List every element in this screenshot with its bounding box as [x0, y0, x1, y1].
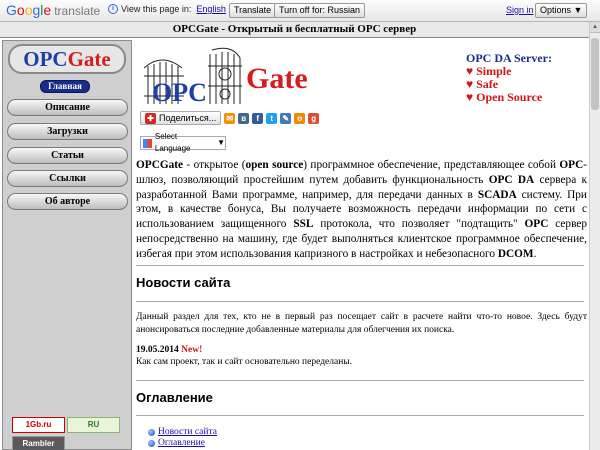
- sidebar: OPCGate Главная Описание Загрузки Статьи…: [2, 40, 132, 450]
- bullet-icon: [148, 439, 155, 447]
- nav-home[interactable]: Главная: [40, 80, 90, 93]
- translate-logo-text: translate: [54, 4, 101, 18]
- divider: [136, 301, 584, 302]
- intro-text: OPC: [559, 159, 584, 171]
- options-button[interactable]: Options ▼: [535, 3, 588, 18]
- sign-in-link[interactable]: Sign in: [506, 5, 534, 15]
- logo-gate-text: Gate: [246, 62, 308, 95]
- intro-text: .: [533, 247, 537, 260]
- livejournal-icon[interactable]: ✎: [280, 112, 292, 124]
- divider: [136, 265, 584, 266]
- divider: [136, 415, 584, 416]
- intro-text: open source: [245, 159, 304, 171]
- google-plus-icon[interactable]: g: [308, 112, 320, 124]
- toc-link-news[interactable]: Новости сайта: [158, 427, 217, 437]
- intro-text: OPC DA: [488, 173, 535, 186]
- translate-button[interactable]: Translate: [229, 3, 277, 18]
- toc-heading: Оглавление: [136, 390, 213, 405]
- nav-description[interactable]: Описание: [7, 99, 128, 116]
- mail-icon[interactable]: ✉: [224, 112, 236, 124]
- info-icon[interactable]: i: [108, 4, 118, 14]
- view-page-in: i View this page in: English ▼: [108, 4, 238, 14]
- intro-text: SSL: [293, 218, 314, 231]
- counter-1gb[interactable]: 1Gb.ru: [12, 417, 65, 433]
- select-language-label: Select Language: [154, 132, 191, 153]
- google-icon: [143, 138, 152, 148]
- bullet-icon: [148, 428, 155, 436]
- vk-icon[interactable]: в: [238, 112, 250, 124]
- counter-rambler[interactable]: Rambler: [12, 436, 65, 450]
- odnoklassniki-icon[interactable]: о: [294, 112, 306, 124]
- toc-item-news: Новости сайта: [148, 427, 217, 437]
- news-description: Данный раздел для тех, кто не в первый р…: [136, 312, 587, 335]
- news-date-line: 19.05.2014 New!: [136, 344, 587, 357]
- share-button-label: Поделиться...: [159, 113, 217, 123]
- intro-paragraph: OPCGate - открытое (open source) програм…: [136, 158, 587, 262]
- brand-opc: OPC: [23, 47, 68, 71]
- intro-text: протокола, что позволяет "подтащить": [313, 218, 525, 231]
- scroll-up-icon[interactable]: ▲: [590, 22, 600, 33]
- page-title: OPCGate - Открытый и бесплатный OPC серв…: [0, 22, 589, 38]
- new-badge: New!: [181, 345, 203, 355]
- google-logo-text: Google: [6, 2, 52, 18]
- nav-downloads[interactable]: Загрузки: [7, 123, 128, 140]
- divider: [136, 380, 584, 381]
- facebook-icon[interactable]: f: [252, 112, 264, 124]
- share-icon: ✚: [145, 112, 156, 124]
- share-bar: ✚ Поделиться... ✉ в f t ✎ о g: [140, 111, 320, 125]
- intro-text: ) программное обеспечение, представляюще…: [303, 159, 560, 171]
- nav-articles[interactable]: Статьи: [7, 147, 128, 164]
- news-date: 19.05.2014: [136, 345, 179, 355]
- main-content: OPC Gate OPC DA Server: ♥ Simple ♥ Safe …: [134, 40, 588, 450]
- intro-text: OPCGate: [136, 159, 184, 171]
- news-item: Как сам проект, так и сайт основательно …: [136, 357, 353, 367]
- nav-links[interactable]: Ссылки: [7, 170, 128, 187]
- select-language-dropdown[interactable]: Select Language ▼: [140, 132, 226, 153]
- dropdown-arrow-icon: ▼: [217, 138, 225, 147]
- language-select[interactable]: English: [196, 4, 226, 14]
- brand-gate: Gate: [67, 47, 111, 71]
- news-heading: Новости сайта: [136, 275, 231, 290]
- intro-text: DCOM: [497, 247, 534, 260]
- intro-text: SCADA: [477, 188, 517, 201]
- turn-off-button[interactable]: Turn off for: Russian: [274, 3, 366, 18]
- feature-open-source: ♥ Open Source: [466, 90, 543, 104]
- google-translate-logo[interactable]: Google translate: [6, 3, 100, 19]
- vertical-scrollbar[interactable]: ▲: [589, 22, 600, 450]
- opc-da-features: OPC DA Server: ♥ Simple ♥ Safe ♥ Open So…: [466, 52, 584, 104]
- view-page-in-label: View this page in:: [121, 4, 192, 14]
- toc-item-contents: Оглавление: [148, 438, 205, 448]
- nav-about-author[interactable]: Об авторе: [7, 193, 128, 210]
- logo-opc-text: OPC: [152, 78, 207, 107]
- toc-link-contents[interactable]: Оглавление: [158, 438, 205, 448]
- twitter-icon[interactable]: t: [266, 112, 278, 124]
- intro-text: OPC: [524, 218, 549, 231]
- site-brand[interactable]: OPCGate: [8, 44, 126, 74]
- opcgate-logo: OPC Gate: [140, 46, 310, 108]
- google-translate-bar: Google translate i View this page in: Eng…: [0, 0, 600, 22]
- share-button[interactable]: ✚ Поделиться...: [140, 111, 222, 125]
- counter-liveinternet[interactable]: RU: [67, 417, 120, 433]
- intro-text: - открытое (: [183, 159, 246, 171]
- scrollbar-thumb[interactable]: [591, 38, 599, 110]
